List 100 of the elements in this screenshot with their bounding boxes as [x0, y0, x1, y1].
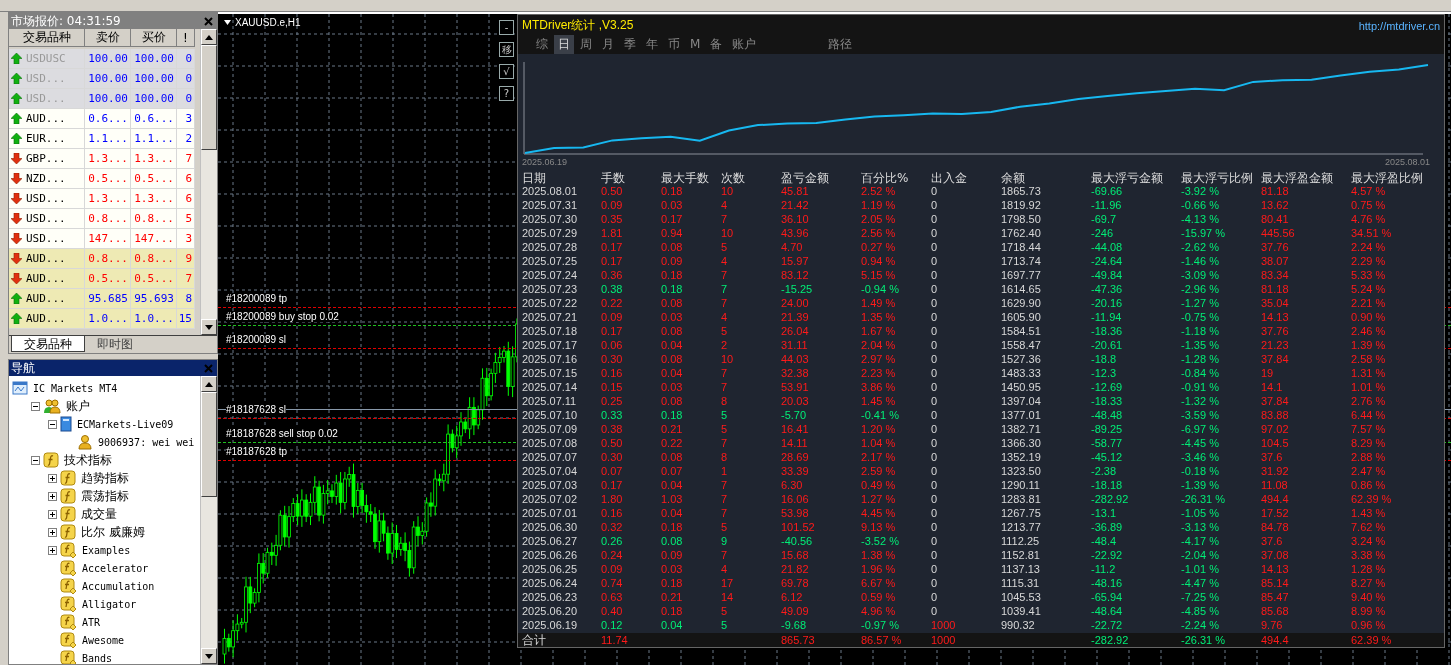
scroll-thumb[interactable] — [201, 392, 217, 497]
tab[interactable]: 路径 — [824, 34, 857, 54]
scroll-down-button[interactable] — [201, 648, 217, 664]
tab[interactable]: M — [686, 36, 705, 52]
tab[interactable]: 日 — [554, 34, 574, 54]
expand-icon[interactable] — [48, 491, 57, 501]
table-cell-text: 0.24 — [601, 548, 624, 562]
tree-item[interactable]: ATR — [82, 616, 101, 628]
tree-item[interactable]: 技术指标 — [64, 451, 112, 469]
chart-button[interactable]: √ — [499, 64, 514, 79]
table-cell-text: 4 — [721, 310, 729, 324]
tree-item[interactable]: ECMarkets-Live09 — [77, 418, 174, 430]
scroll-up-button[interactable] — [201, 376, 217, 392]
price-cell: 0.5... — [85, 269, 131, 289]
symbol-text: USD... — [26, 92, 66, 105]
tab[interactable]: 年 — [642, 34, 662, 54]
table-cell-text: 7 — [721, 548, 729, 562]
chart-button[interactable]: 移 — [499, 42, 514, 57]
table-cell-text: 0 — [931, 310, 939, 324]
table-cell-text: 1290.11 — [1001, 478, 1041, 492]
table-cell-text: 5 — [721, 324, 729, 338]
collapse-icon[interactable] — [48, 419, 57, 429]
tree-item[interactable]: 震荡指标 — [81, 487, 129, 505]
expand-icon[interactable] — [48, 509, 57, 519]
table-cell-text: 2.46 % — [1351, 324, 1387, 338]
column-header[interactable]: ! — [177, 29, 195, 47]
tree-item[interactable]: 成交量 — [81, 505, 117, 523]
table-cell-text: -36.89 — [1091, 520, 1124, 534]
table-cell-text: 5.33 % — [1351, 268, 1387, 282]
tab[interactable]: 币 — [664, 34, 684, 54]
total-label: 合计 — [522, 633, 547, 649]
table-cell-text: -1.46 % — [1181, 254, 1220, 268]
table-cell-text: 37.84 — [1261, 352, 1290, 366]
scroll-down-button[interactable] — [201, 319, 217, 335]
tree-item[interactable]: Examples — [82, 544, 131, 556]
symbol-text: USD... — [26, 72, 66, 85]
table-cell-text: 2.97 % — [861, 352, 897, 366]
chart-button[interactable]: - — [499, 20, 514, 35]
tab[interactable]: 账户 — [728, 34, 761, 54]
tree-item[interactable]: Alligator — [82, 598, 137, 610]
tree-item[interactable]: 9006937: wei wei — [98, 436, 195, 448]
column-header[interactable]: 交易品种 — [9, 29, 85, 47]
table-cell-text: 7 — [721, 282, 729, 296]
dropdown-icon — [224, 20, 231, 25]
price-cell: 1.3... — [131, 189, 177, 209]
tree-item[interactable]: 账户 — [66, 397, 90, 415]
table-cell-text: 865.73 — [781, 633, 816, 647]
tree-item[interactable]: IC Markets MT4 — [33, 382, 118, 394]
scroll-thumb[interactable] — [201, 45, 217, 150]
tree-item[interactable]: Accelerator — [82, 562, 149, 574]
function-icon — [43, 452, 59, 468]
indicator-icon — [60, 559, 77, 577]
scroll-up-button[interactable] — [201, 29, 217, 45]
table-cell-text: 0.21 — [661, 422, 684, 436]
spread-cell: 2 — [177, 129, 195, 149]
tab[interactable]: 周 — [576, 34, 596, 54]
tab[interactable]: 季 — [620, 34, 640, 54]
table-cell-text: 1000 — [931, 618, 957, 632]
tab[interactable]: 交易品种 — [11, 336, 85, 352]
table-cell-text: -2.24 % — [1181, 618, 1220, 632]
expand-icon[interactable] — [48, 545, 57, 555]
tree-item[interactable]: Accumulation — [82, 580, 155, 592]
column-header[interactable]: 买价 — [131, 29, 177, 47]
table-cell-text: 1267.75 — [1001, 506, 1042, 520]
table-cell-text: 1450.95 — [1001, 380, 1042, 394]
table-cell-text: 0 — [931, 338, 939, 352]
expand-icon[interactable] — [48, 527, 57, 537]
column-header[interactable]: 卖价 — [85, 29, 131, 47]
table-cell-text: 1115.31 — [1001, 576, 1041, 590]
table-cell-text: 8.99 % — [1351, 604, 1387, 618]
table-cell-text: 0.74 — [601, 576, 624, 590]
table-cell-text: 84.78 — [1261, 520, 1290, 534]
tab[interactable]: 备 — [706, 34, 727, 54]
chart-button[interactable]: ? — [499, 86, 514, 101]
order-label: #18187628 sl — [226, 404, 287, 415]
table-cell-text: 1558.47 — [1001, 338, 1042, 352]
scrollbar[interactable] — [200, 376, 217, 664]
column-header: 最大手数 — [661, 170, 710, 186]
spread-cell: 8 — [177, 289, 195, 309]
tab[interactable]: 月 — [598, 34, 618, 54]
table-cell-text: 1137.13 — [1001, 562, 1041, 576]
table-cell-text: 0 — [931, 324, 939, 338]
tree-item[interactable]: Awesome — [82, 634, 125, 646]
close-icon — [204, 363, 213, 373]
table-cell-text: -1.05 % — [1181, 506, 1220, 520]
price-cell: 0.6... — [131, 109, 177, 129]
collapse-icon[interactable] — [31, 401, 40, 411]
collapse-icon[interactable] — [31, 455, 40, 465]
website-link[interactable]: http://mtdriver.cn — [1358, 19, 1440, 32]
tree-item[interactable]: Bands — [82, 652, 113, 664]
table-cell-text: 0.17 — [601, 240, 624, 254]
tab[interactable]: 综 — [532, 34, 552, 54]
table-cell-text: 0.94 — [661, 226, 684, 240]
scrollbar[interactable] — [200, 29, 217, 335]
expand-icon[interactable] — [48, 473, 57, 483]
table-cell-text: 0 — [931, 366, 939, 380]
tree-item[interactable]: 比尔 威廉姆 — [81, 523, 145, 541]
table-cell-text: 43.96 — [781, 226, 810, 240]
tree-item[interactable]: 趋势指标 — [81, 469, 129, 487]
date-cell-text: 2025.06.23 — [522, 590, 579, 604]
